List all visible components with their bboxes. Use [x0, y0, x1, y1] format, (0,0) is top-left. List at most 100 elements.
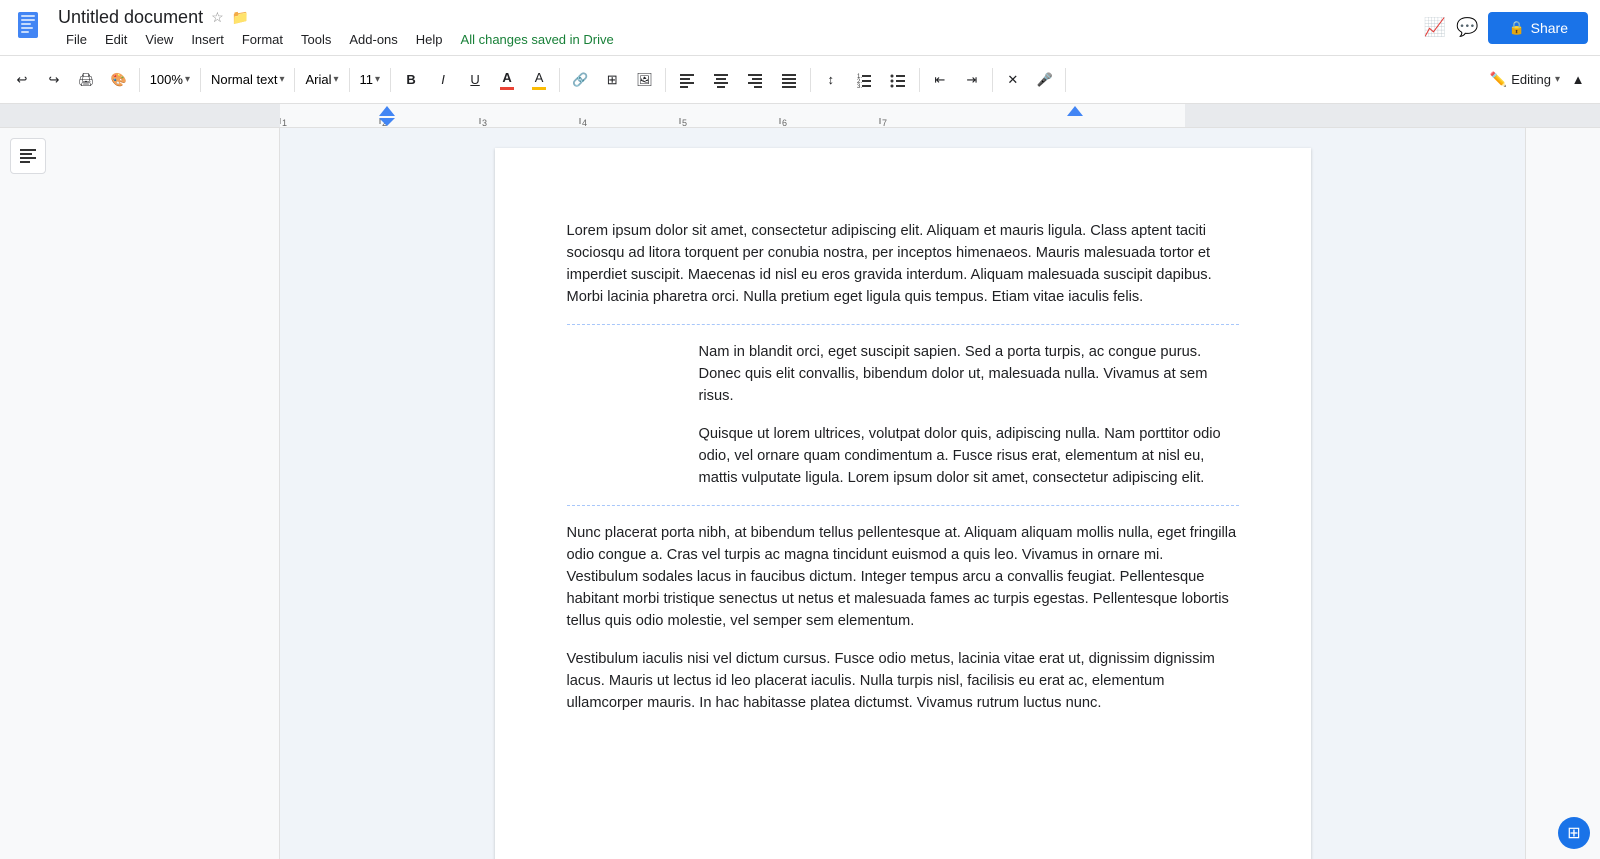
- outline-button[interactable]: [10, 138, 46, 174]
- text-color-label: A: [502, 70, 511, 85]
- insert-image-button[interactable]: 🖼: [630, 64, 659, 96]
- style-caret: ▾: [279, 74, 284, 85]
- increase-indent-button[interactable]: ⇥: [958, 64, 986, 96]
- svg-text:3.: 3.: [857, 84, 862, 89]
- fontsize-caret: ▾: [375, 74, 380, 85]
- voice-input-button[interactable]: 🎤: [1031, 64, 1059, 96]
- svg-text:3: 3: [482, 118, 487, 128]
- bullet-list-button[interactable]: [883, 64, 913, 96]
- zoom-value: 100%: [150, 72, 183, 87]
- undo-button[interactable]: ↩: [8, 64, 36, 96]
- redo-button[interactable]: ↪: [40, 64, 68, 96]
- expand-button[interactable]: ⊞: [1558, 817, 1590, 849]
- expand-icon: ⊞: [1567, 823, 1580, 843]
- right-panel: ⊞: [1525, 128, 1600, 859]
- clear-format-button[interactable]: ✕: [999, 64, 1027, 96]
- paragraph-3[interactable]: Quisque ut lorem ultrices, volutpat dolo…: [699, 423, 1239, 489]
- underline-button[interactable]: U: [461, 64, 489, 96]
- menu-addons[interactable]: Add-ons: [341, 30, 405, 49]
- collapse-toolbar-button[interactable]: ▲: [1564, 64, 1592, 96]
- toolbar-divider-3: [294, 68, 295, 92]
- text-color-button[interactable]: A: [493, 64, 521, 96]
- paragraph-2[interactable]: Nam in blandit orci, eget suscipit sapie…: [699, 341, 1239, 407]
- comment-icon[interactable]: 💬: [1456, 17, 1478, 38]
- ruler: 1 2 3 4 5 6 7: [0, 104, 1600, 128]
- editing-mode[interactable]: ✏️ Editing ▾: [1490, 71, 1560, 88]
- menu-tools[interactable]: Tools: [293, 30, 339, 49]
- bold-button[interactable]: B: [397, 64, 425, 96]
- text-color-swatch: [500, 87, 514, 90]
- align-center-button[interactable]: [706, 64, 736, 96]
- highlight-button[interactable]: A: [525, 64, 553, 96]
- left-panel: [0, 128, 280, 859]
- numbered-list-button[interactable]: 1. 2. 3.: [849, 64, 879, 96]
- title-area: Untitled document ☆ 📁 File Edit View Ins…: [58, 7, 1424, 49]
- insert-special-button[interactable]: ⊞: [598, 64, 626, 96]
- doc-title[interactable]: Untitled document: [58, 7, 203, 28]
- toolbar-divider-7: [665, 68, 666, 92]
- top-bar: Untitled document ☆ 📁 File Edit View Ins…: [0, 0, 1600, 56]
- fontsize-dropdown[interactable]: 11 ▾: [356, 64, 385, 96]
- trend-icon[interactable]: 📈: [1424, 17, 1446, 38]
- zoom-dropdown[interactable]: 100% ▾: [146, 64, 194, 96]
- toolbar-divider-1: [139, 68, 140, 92]
- svg-text:1: 1: [282, 118, 287, 128]
- toolbar-divider-10: [992, 68, 993, 92]
- toolbar-divider-9: [919, 68, 920, 92]
- toolbar: ↩ ↪ 🖨 🎨 100% ▾ Normal text ▾ Arial ▾ 11 …: [0, 56, 1600, 104]
- highlight-swatch: [532, 87, 546, 90]
- lock-icon: 🔒: [1508, 20, 1524, 36]
- toolbar-divider-8: [810, 68, 811, 92]
- paragraph-5[interactable]: Vestibulum iaculis nisi vel dictum cursu…: [567, 648, 1239, 714]
- paint-format-button[interactable]: 🎨: [105, 64, 133, 96]
- menu-file[interactable]: File: [58, 30, 95, 49]
- svg-text:7: 7: [882, 118, 887, 128]
- menu-bar: File Edit View Insert Format Tools Add-o…: [58, 30, 1424, 49]
- menu-help[interactable]: Help: [408, 30, 451, 49]
- italic-button[interactable]: I: [429, 64, 457, 96]
- menu-edit[interactable]: Edit: [97, 30, 135, 49]
- indented-section: Nam in blandit orci, eget suscipit sapie…: [699, 341, 1239, 489]
- menu-insert[interactable]: Insert: [183, 30, 232, 49]
- style-dropdown[interactable]: Normal text ▾: [207, 64, 289, 96]
- toolbar-divider-5: [390, 68, 391, 92]
- share-label: Share: [1531, 20, 1568, 36]
- separator-1: [567, 324, 1239, 325]
- svg-text:5: 5: [682, 118, 687, 128]
- folder-icon[interactable]: 📁: [232, 9, 249, 26]
- bold-label: B: [406, 72, 415, 87]
- document-page: Lorem ipsum dolor sit amet, consectetur …: [495, 148, 1311, 859]
- editing-pencil-icon: ✏️: [1490, 71, 1507, 88]
- editing-label: Editing: [1511, 72, 1551, 87]
- paragraph-4[interactable]: Nunc placerat porta nibh, at bibendum te…: [567, 522, 1239, 632]
- main-area: Lorem ipsum dolor sit amet, consectetur …: [0, 128, 1600, 859]
- align-right-button[interactable]: [740, 64, 770, 96]
- align-left-button[interactable]: [672, 64, 702, 96]
- style-value: Normal text: [211, 72, 277, 87]
- share-button[interactable]: 🔒 Share: [1488, 12, 1588, 44]
- print-button[interactable]: 🖨: [72, 64, 101, 96]
- line-spacing-button[interactable]: ↕: [817, 64, 845, 96]
- toolbar-divider-4: [349, 68, 350, 92]
- menu-format[interactable]: Format: [234, 30, 291, 49]
- font-dropdown[interactable]: Arial ▾: [301, 64, 342, 96]
- document-area[interactable]: Lorem ipsum dolor sit amet, consectetur …: [280, 128, 1525, 859]
- ruler-marks: 1 2 3 4 5 6 7: [280, 104, 1185, 127]
- toolbar-divider-11: [1065, 68, 1066, 92]
- paragraph-1[interactable]: Lorem ipsum dolor sit amet, consectetur …: [567, 220, 1239, 308]
- top-right-actions: 📈 💬 🔒 Share: [1424, 12, 1588, 44]
- save-status: All changes saved in Drive: [461, 32, 614, 47]
- font-caret: ▾: [334, 74, 339, 85]
- link-button[interactable]: 🔗: [566, 64, 594, 96]
- svg-text:4: 4: [582, 118, 587, 128]
- fontsize-value: 11: [360, 72, 374, 87]
- decrease-indent-button[interactable]: ⇤: [926, 64, 954, 96]
- separator-2: [567, 505, 1239, 506]
- star-icon[interactable]: ☆: [211, 9, 224, 26]
- menu-view[interactable]: View: [137, 30, 181, 49]
- align-justify-button[interactable]: [774, 64, 804, 96]
- zoom-caret: ▾: [185, 74, 190, 85]
- highlight-label: A: [535, 70, 544, 85]
- svg-text:6: 6: [782, 118, 787, 128]
- editing-caret: ▾: [1555, 74, 1560, 85]
